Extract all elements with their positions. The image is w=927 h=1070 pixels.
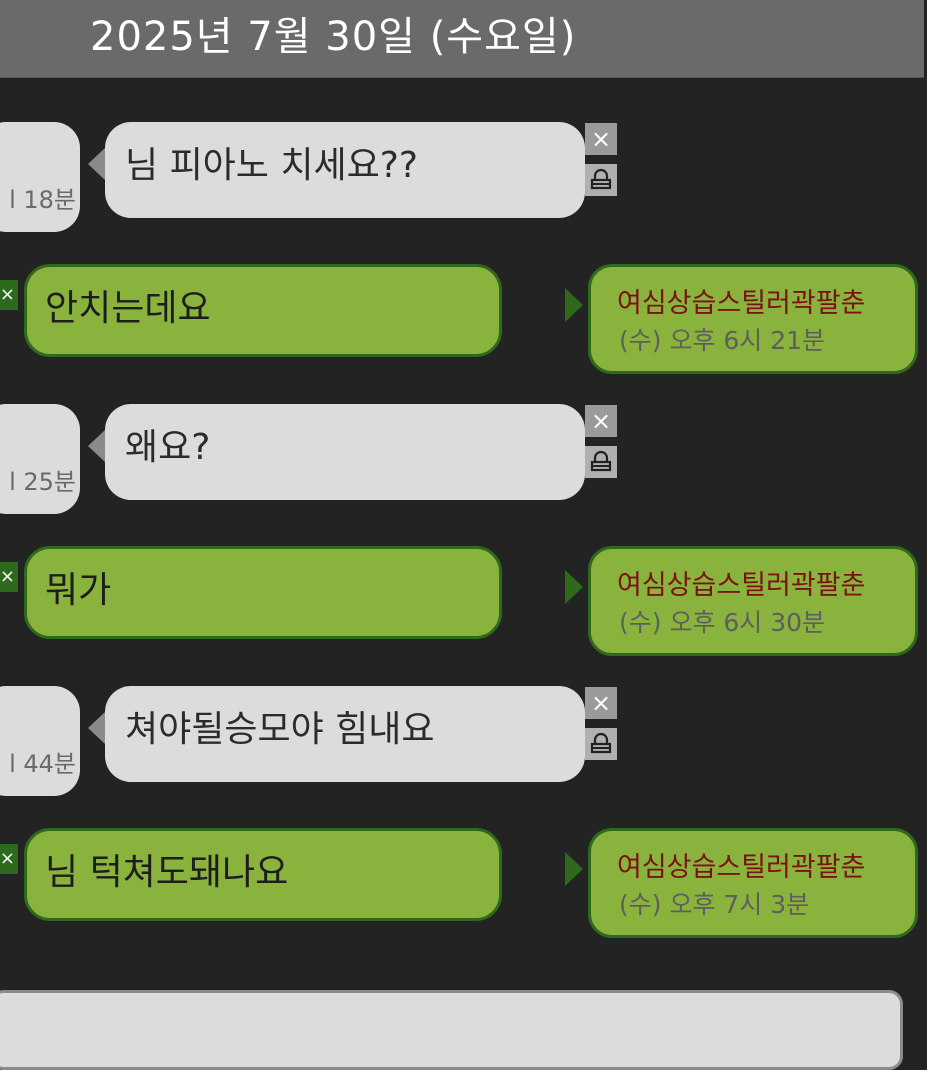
sender-name: 여심상습스틸러곽팔춘: [617, 288, 866, 319]
delete-message-button[interactable]: ×: [585, 687, 617, 719]
bubble-tail: [88, 430, 105, 462]
incoming-message-bubble[interactable]: 쳐야될승모야 힘내요: [105, 686, 585, 782]
message-time: l 18분: [9, 186, 76, 214]
message-time: l 44분: [9, 750, 76, 778]
delete-message-button[interactable]: ×: [585, 405, 617, 437]
delete-message-button[interactable]: ×: [0, 280, 18, 310]
message-text: 쳐야될승모야 힘내요: [125, 709, 435, 750]
message-text: 왜요?: [125, 427, 211, 468]
sender-info: 여심상습스틸러곽팔춘 (수) 오후 6시 30분: [588, 546, 918, 656]
bubble-tail: [88, 712, 105, 744]
lock-icon: [590, 732, 612, 754]
bubble-tail: [565, 852, 583, 886]
message-time: (수) 오후 7시 3분: [619, 890, 810, 919]
date-header: 2025년 7월 30일 (수요일): [0, 0, 924, 78]
sender-name: 여심상습스틸러곽팔춘: [617, 852, 866, 883]
message-time: l 25분: [9, 468, 76, 496]
lock-message-button[interactable]: [585, 164, 617, 196]
date-label: 2025년 7월 30일 (수요일): [90, 14, 577, 60]
delete-message-button[interactable]: ×: [0, 844, 18, 874]
incoming-message-bubble[interactable]: 왜요?: [105, 404, 585, 500]
bubble-tail: [565, 288, 583, 322]
lock-icon: [590, 450, 612, 472]
outgoing-message-bubble[interactable]: 뭐가: [24, 546, 502, 639]
delete-message-button[interactable]: ×: [585, 123, 617, 155]
message-text: 님 턱쳐도돼나요: [45, 852, 289, 893]
message-text: 님 피아노 치세요??: [125, 145, 418, 186]
message-time-stub: l 44분: [0, 686, 80, 796]
lock-icon: [590, 168, 612, 190]
message-time-stub: l 25분: [0, 404, 80, 514]
bubble-tail: [565, 570, 583, 604]
close-icon: ×: [0, 284, 15, 305]
close-icon: ×: [0, 566, 15, 587]
sender-info: 여심상습스틸러곽팔춘 (수) 오후 6시 21분: [588, 264, 918, 374]
outgoing-message-bubble[interactable]: 님 턱쳐도돼나요: [24, 828, 502, 921]
close-icon: ×: [590, 689, 612, 717]
close-icon: ×: [0, 848, 15, 869]
message-text: 뭐가: [45, 570, 112, 611]
message-time: (수) 오후 6시 21분: [619, 326, 826, 355]
close-icon: ×: [590, 125, 612, 153]
lock-message-button[interactable]: [585, 446, 617, 478]
sender-name: 여심상습스틸러곽팔춘: [617, 570, 866, 601]
outgoing-message-bubble[interactable]: 안치는데요: [24, 264, 502, 357]
message-time: (수) 오후 6시 30분: [619, 608, 826, 637]
message-text: 안치는데요: [45, 288, 211, 329]
incoming-message-bubble[interactable]: 님 피아노 치세요??: [105, 122, 585, 218]
lock-message-button[interactable]: [585, 728, 617, 760]
message-time-stub: l 18분: [0, 122, 80, 232]
bubble-tail: [88, 148, 105, 180]
message-input[interactable]: [0, 990, 903, 1070]
sender-info: 여심상습스틸러곽팔춘 (수) 오후 7시 3분: [588, 828, 918, 938]
close-icon: ×: [590, 407, 612, 435]
delete-message-button[interactable]: ×: [0, 562, 18, 592]
